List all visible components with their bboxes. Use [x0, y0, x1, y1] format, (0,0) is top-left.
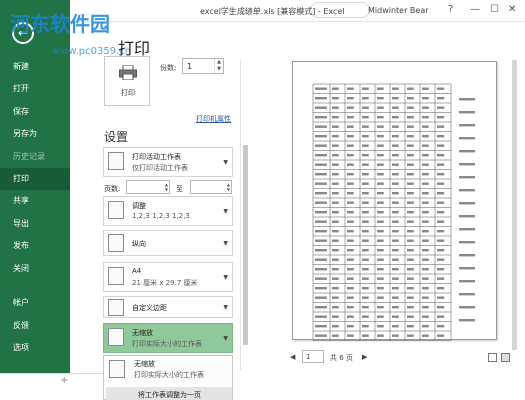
- orientation-label: 纵向: [132, 240, 146, 248]
- scaling-menu: 无缩放 打印实际大小的工作表 将工作表调整为一页: [103, 355, 233, 400]
- add-sheet-icon[interactable]: +: [60, 375, 68, 386]
- panel-divider: [240, 60, 241, 370]
- print-scope-label: 打印活动工作表: [132, 153, 181, 161]
- user-name[interactable]: Midwinter Bear: [368, 6, 429, 15]
- zoom-to-page-icon[interactable]: [501, 353, 510, 362]
- sidebar-item-feedback[interactable]: 反馈: [0, 315, 70, 337]
- show-margins-icon[interactable]: [488, 353, 497, 362]
- paper-size-dropdown[interactable]: A4 21 厘米 x 29.7 厘米 ▼: [103, 262, 233, 292]
- print-preview-page: [292, 61, 497, 341]
- margins-label: 自定义边距: [132, 304, 167, 312]
- settings-scrollbar[interactable]: [243, 145, 248, 345]
- sidebar-item-open[interactable]: 打开: [0, 78, 70, 100]
- scaling-label: 无缩放: [132, 329, 153, 337]
- sidebar-item-account[interactable]: 帐户: [0, 292, 70, 314]
- window-title: excel学生成绩单.xls [兼容模式] - Excel: [200, 7, 345, 16]
- orientation-dropdown[interactable]: 纵向 ▼: [103, 230, 233, 256]
- collate-icon: [108, 201, 124, 219]
- sidebar-item-print[interactable]: 打印: [0, 168, 70, 190]
- collate-label: 调整: [132, 202, 146, 210]
- copies-value: 1: [187, 62, 193, 71]
- pages-to-input[interactable]: ▲ ▼: [190, 180, 232, 194]
- paper-size-label: A4: [132, 267, 142, 275]
- settings-heading: 设置: [104, 130, 129, 144]
- preview-scrollbar[interactable]: [512, 60, 517, 350]
- print-scope-dropdown[interactable]: 打印活动工作表 仅打印活动工作表 ▼: [103, 147, 233, 177]
- print-scope-description: 仅打印活动工作表: [132, 164, 188, 172]
- scaling-option-label: 将工作表调整为一页: [138, 391, 201, 399]
- copies-spin-icon[interactable]: ▲ ▼: [214, 59, 223, 73]
- no-scaling-icon: [109, 360, 125, 378]
- margins-dropdown[interactable]: 自定义边距 ▼: [103, 296, 233, 318]
- chevron-down-icon: ▼: [223, 304, 228, 311]
- chevron-down-icon: ▼: [223, 240, 228, 247]
- scaling-option-fit-sheet[interactable]: 将工作表调整为一页: [106, 387, 232, 400]
- copies-label: 份数:: [160, 64, 177, 72]
- scaling-option-no-scaling[interactable]: 无缩放 打印实际大小的工作表: [106, 357, 232, 383]
- sidebar-item-options[interactable]: 选项: [0, 337, 70, 359]
- printer-properties-link[interactable]: 打印机属性: [196, 114, 231, 124]
- pages-to-label: 至: [176, 185, 183, 193]
- portrait-icon: [108, 234, 124, 252]
- paper-icon: [108, 267, 124, 285]
- watermark-logo: 河东软件园: [10, 12, 110, 36]
- sidebar-item-close[interactable]: 关闭: [0, 258, 70, 280]
- margins-icon: [108, 299, 124, 316]
- current-page-input[interactable]: 1: [302, 350, 324, 363]
- print-button[interactable]: 打印: [104, 56, 150, 106]
- pages-from-input[interactable]: ▲ ▼: [126, 180, 170, 194]
- scaling-option-description: 打印实际大小的工作表: [134, 371, 204, 379]
- total-pages: 共 6 页: [330, 354, 353, 362]
- copies-stepper[interactable]: 1 ▲ ▼: [182, 58, 224, 74]
- close-button[interactable]: ✕: [508, 4, 516, 15]
- current-page-value: 1: [306, 353, 311, 361]
- pages-from-spin-icon[interactable]: ▲ ▼: [165, 182, 168, 192]
- collate-description: 1,2,3 1,2,3 1,2,3: [132, 212, 190, 220]
- chevron-down-icon: ▼: [223, 335, 228, 342]
- chevron-down-icon: ▼: [223, 208, 228, 215]
- chevron-down-icon: ▼: [223, 274, 228, 281]
- pages-to-spin-icon[interactable]: ▲ ▼: [227, 182, 230, 192]
- scaling-description: 打印实际大小的工作表: [132, 340, 202, 348]
- sidebar-item-history[interactable]: 历史记录: [0, 146, 70, 168]
- scaling-icon: [108, 328, 124, 346]
- sidebar-item-new[interactable]: 新建: [0, 56, 70, 78]
- worksheet-icon: [108, 152, 124, 170]
- preview-table-graphic: [312, 83, 475, 341]
- minimize-button[interactable]: —: [470, 4, 480, 15]
- previous-page-icon[interactable]: ◀: [290, 353, 295, 361]
- sidebar-item-publish[interactable]: 发布: [0, 235, 70, 257]
- help-icon[interactable]: ?: [448, 4, 453, 15]
- sidebar-item-export[interactable]: 导出: [0, 213, 70, 235]
- next-page-icon[interactable]: ▶: [362, 353, 367, 361]
- sidebar-item-save[interactable]: 保存: [0, 101, 70, 123]
- print-button-label: 打印: [121, 89, 135, 97]
- sheet-tab-strip: [0, 373, 103, 400]
- scaling-dropdown[interactable]: 无缩放 打印实际大小的工作表 ▼: [103, 323, 233, 353]
- sidebar-item-save-as[interactable]: 另存为: [0, 123, 70, 145]
- chevron-down-icon: ▼: [223, 159, 228, 166]
- scaling-option-label: 无缩放: [134, 360, 155, 368]
- pages-label: 页数:: [104, 185, 121, 193]
- paper-size-description: 21 厘米 x 29.7 厘米: [132, 279, 198, 287]
- sidebar-item-share[interactable]: 共享: [0, 190, 70, 212]
- printer-icon: [119, 65, 137, 80]
- maximize-button[interactable]: ☐: [490, 4, 499, 15]
- collate-dropdown[interactable]: 调整 1,2,3 1,2,3 1,2,3 ▼: [103, 196, 233, 226]
